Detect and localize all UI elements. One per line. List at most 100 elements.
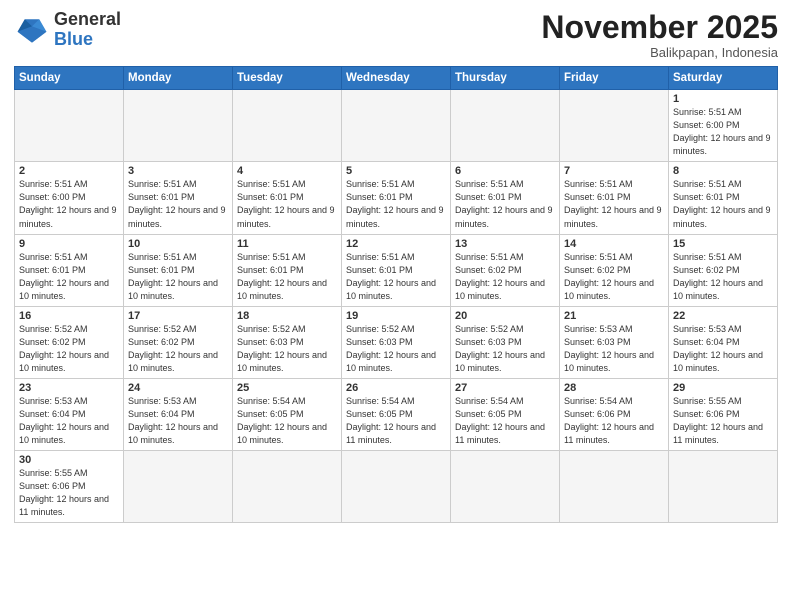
logo: General Blue — [14, 10, 121, 50]
day-info: Sunrise: 5:52 AM Sunset: 6:03 PM Dayligh… — [237, 323, 337, 375]
day-number: 7 — [564, 165, 664, 177]
day-info: Sunrise: 5:52 AM Sunset: 6:02 PM Dayligh… — [19, 323, 119, 375]
day-number: 12 — [346, 238, 446, 250]
day-info: Sunrise: 5:51 AM Sunset: 6:02 PM Dayligh… — [673, 251, 773, 303]
day-info: Sunrise: 5:51 AM Sunset: 6:00 PM Dayligh… — [673, 106, 773, 158]
day-cell: 6Sunrise: 5:51 AM Sunset: 6:01 PM Daylig… — [451, 162, 560, 234]
day-info: Sunrise: 5:53 AM Sunset: 6:04 PM Dayligh… — [19, 395, 119, 447]
header-row: SundayMondayTuesdayWednesdayThursdayFrid… — [15, 67, 778, 90]
day-cell — [560, 90, 669, 162]
day-number: 24 — [128, 382, 228, 394]
day-info: Sunrise: 5:53 AM Sunset: 6:03 PM Dayligh… — [564, 323, 664, 375]
week-row-1: 1Sunrise: 5:51 AM Sunset: 6:00 PM Daylig… — [15, 90, 778, 162]
day-info: Sunrise: 5:51 AM Sunset: 6:02 PM Dayligh… — [455, 251, 555, 303]
day-info: Sunrise: 5:51 AM Sunset: 6:01 PM Dayligh… — [128, 251, 228, 303]
day-cell — [560, 451, 669, 523]
col-header-saturday: Saturday — [669, 67, 778, 90]
day-cell: 24Sunrise: 5:53 AM Sunset: 6:04 PM Dayli… — [124, 378, 233, 450]
day-info: Sunrise: 5:52 AM Sunset: 6:02 PM Dayligh… — [128, 323, 228, 375]
day-cell: 2Sunrise: 5:51 AM Sunset: 6:00 PM Daylig… — [15, 162, 124, 234]
day-number: 11 — [237, 238, 337, 250]
day-number: 9 — [19, 238, 119, 250]
day-cell — [124, 90, 233, 162]
day-number: 22 — [673, 310, 773, 322]
day-cell — [451, 90, 560, 162]
week-row-5: 23Sunrise: 5:53 AM Sunset: 6:04 PM Dayli… — [15, 378, 778, 450]
day-number: 26 — [346, 382, 446, 394]
col-header-tuesday: Tuesday — [233, 67, 342, 90]
day-number: 8 — [673, 165, 773, 177]
col-header-thursday: Thursday — [451, 67, 560, 90]
day-cell: 28Sunrise: 5:54 AM Sunset: 6:06 PM Dayli… — [560, 378, 669, 450]
day-cell — [15, 90, 124, 162]
day-info: Sunrise: 5:55 AM Sunset: 6:06 PM Dayligh… — [19, 467, 119, 519]
day-info: Sunrise: 5:51 AM Sunset: 6:01 PM Dayligh… — [346, 251, 446, 303]
col-header-wednesday: Wednesday — [342, 67, 451, 90]
day-number: 15 — [673, 238, 773, 250]
day-cell: 14Sunrise: 5:51 AM Sunset: 6:02 PM Dayli… — [560, 234, 669, 306]
day-number: 1 — [673, 93, 773, 105]
day-number: 29 — [673, 382, 773, 394]
day-info: Sunrise: 5:53 AM Sunset: 6:04 PM Dayligh… — [673, 323, 773, 375]
day-info: Sunrise: 5:54 AM Sunset: 6:05 PM Dayligh… — [346, 395, 446, 447]
day-info: Sunrise: 5:54 AM Sunset: 6:06 PM Dayligh… — [564, 395, 664, 447]
day-cell: 10Sunrise: 5:51 AM Sunset: 6:01 PM Dayli… — [124, 234, 233, 306]
day-number: 16 — [19, 310, 119, 322]
day-cell — [669, 451, 778, 523]
day-cell — [233, 451, 342, 523]
day-info: Sunrise: 5:51 AM Sunset: 6:01 PM Dayligh… — [455, 178, 555, 230]
day-cell: 17Sunrise: 5:52 AM Sunset: 6:02 PM Dayli… — [124, 306, 233, 378]
day-info: Sunrise: 5:55 AM Sunset: 6:06 PM Dayligh… — [673, 395, 773, 447]
day-number: 23 — [19, 382, 119, 394]
day-cell — [342, 451, 451, 523]
day-number: 18 — [237, 310, 337, 322]
day-number: 20 — [455, 310, 555, 322]
day-number: 21 — [564, 310, 664, 322]
day-number: 2 — [19, 165, 119, 177]
day-cell: 30Sunrise: 5:55 AM Sunset: 6:06 PM Dayli… — [15, 451, 124, 523]
day-cell: 29Sunrise: 5:55 AM Sunset: 6:06 PM Dayli… — [669, 378, 778, 450]
day-number: 10 — [128, 238, 228, 250]
day-cell: 22Sunrise: 5:53 AM Sunset: 6:04 PM Dayli… — [669, 306, 778, 378]
day-cell: 27Sunrise: 5:54 AM Sunset: 6:05 PM Dayli… — [451, 378, 560, 450]
day-number: 25 — [237, 382, 337, 394]
day-info: Sunrise: 5:54 AM Sunset: 6:05 PM Dayligh… — [455, 395, 555, 447]
logo-blue: Blue — [54, 29, 93, 49]
day-cell: 18Sunrise: 5:52 AM Sunset: 6:03 PM Dayli… — [233, 306, 342, 378]
day-info: Sunrise: 5:51 AM Sunset: 6:01 PM Dayligh… — [128, 178, 228, 230]
day-cell: 1Sunrise: 5:51 AM Sunset: 6:00 PM Daylig… — [669, 90, 778, 162]
day-cell: 11Sunrise: 5:51 AM Sunset: 6:01 PM Dayli… — [233, 234, 342, 306]
day-cell — [124, 451, 233, 523]
header: General Blue November 2025 Balikpapan, I… — [14, 10, 778, 60]
day-cell: 26Sunrise: 5:54 AM Sunset: 6:05 PM Dayli… — [342, 378, 451, 450]
day-cell: 3Sunrise: 5:51 AM Sunset: 6:01 PM Daylig… — [124, 162, 233, 234]
col-header-sunday: Sunday — [15, 67, 124, 90]
day-cell: 15Sunrise: 5:51 AM Sunset: 6:02 PM Dayli… — [669, 234, 778, 306]
title-block: November 2025 Balikpapan, Indonesia — [541, 10, 778, 60]
day-cell: 12Sunrise: 5:51 AM Sunset: 6:01 PM Dayli… — [342, 234, 451, 306]
day-number: 14 — [564, 238, 664, 250]
day-cell: 7Sunrise: 5:51 AM Sunset: 6:01 PM Daylig… — [560, 162, 669, 234]
day-cell: 4Sunrise: 5:51 AM Sunset: 6:01 PM Daylig… — [233, 162, 342, 234]
col-header-friday: Friday — [560, 67, 669, 90]
logo-general: General — [54, 9, 121, 29]
day-info: Sunrise: 5:52 AM Sunset: 6:03 PM Dayligh… — [346, 323, 446, 375]
day-info: Sunrise: 5:54 AM Sunset: 6:05 PM Dayligh… — [237, 395, 337, 447]
logo-icon — [14, 12, 50, 48]
month-title: November 2025 — [541, 10, 778, 45]
week-row-6: 30Sunrise: 5:55 AM Sunset: 6:06 PM Dayli… — [15, 451, 778, 523]
day-cell: 21Sunrise: 5:53 AM Sunset: 6:03 PM Dayli… — [560, 306, 669, 378]
calendar-page: General Blue November 2025 Balikpapan, I… — [0, 0, 792, 612]
day-number: 4 — [237, 165, 337, 177]
day-info: Sunrise: 5:52 AM Sunset: 6:03 PM Dayligh… — [455, 323, 555, 375]
day-cell: 13Sunrise: 5:51 AM Sunset: 6:02 PM Dayli… — [451, 234, 560, 306]
logo-text: General Blue — [54, 10, 121, 50]
week-row-3: 9 Sunrise: 5:51 AM Sunset: 6:01 PM Daylig… — [15, 234, 778, 306]
day-number: 28 — [564, 382, 664, 394]
day-cell — [342, 90, 451, 162]
day-number: 27 — [455, 382, 555, 394]
calendar-body: 1Sunrise: 5:51 AM Sunset: 6:00 PM Daylig… — [15, 90, 778, 523]
day-cell — [451, 451, 560, 523]
day-info: Sunrise: 5:51 AM Sunset: 6:00 PM Dayligh… — [19, 178, 119, 230]
location-subtitle: Balikpapan, Indonesia — [541, 45, 778, 60]
